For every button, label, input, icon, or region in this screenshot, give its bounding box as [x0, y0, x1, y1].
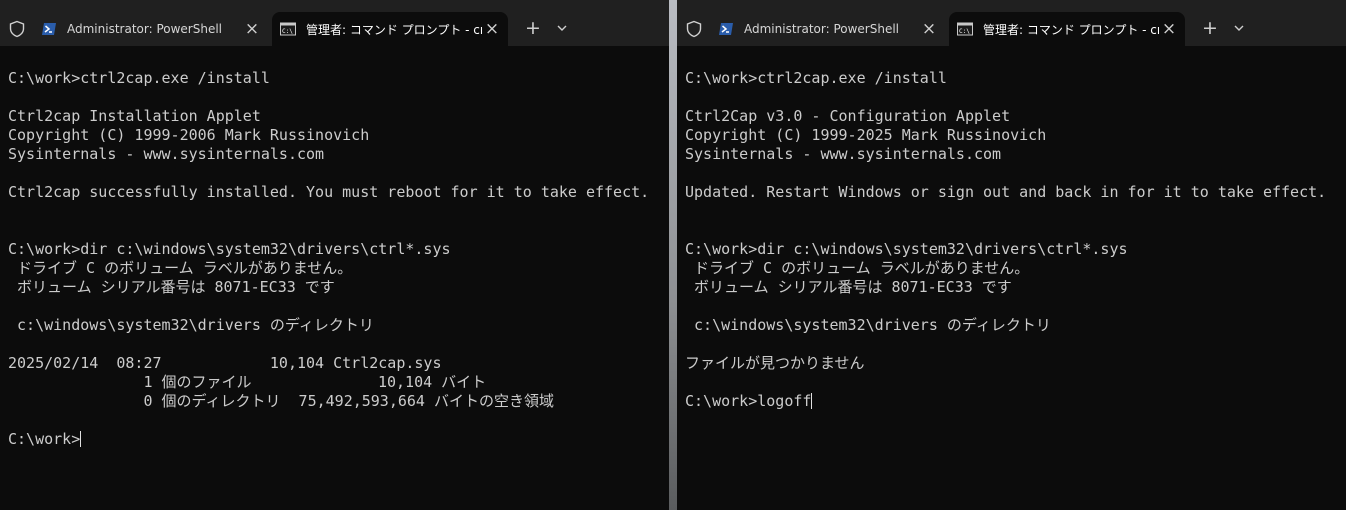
chevron-down-icon[interactable] — [552, 17, 572, 39]
tab-bar: Administrator: PowerShell × C:\ 管理者: コマン… — [0, 0, 669, 46]
terminal-line: Ctrl2cap successfully installed. You mus… — [8, 183, 650, 201]
chevron-down-icon[interactable] — [1229, 17, 1249, 39]
terminal-line: C:\work>logoff — [685, 392, 813, 410]
terminal-window-right: Administrator: PowerShell × C:\ 管理者: コマン… — [677, 0, 1346, 510]
terminal-line: Sysinternals - www.sysinternals.com — [8, 145, 325, 163]
tab-powershell[interactable]: Administrator: PowerShell × — [33, 12, 268, 46]
terminal-window-left: Administrator: PowerShell × C:\ 管理者: コマン… — [0, 0, 669, 510]
terminal-line: C:\work>ctrl2cap.exe /install — [685, 69, 947, 87]
tab-cmd[interactable]: C:\ 管理者: コマンド プロンプト - cmd × — [272, 12, 508, 46]
terminal-line: 1 個のファイル 10,104 バイト — [8, 373, 487, 391]
terminal-line: ドライブ C のボリューム ラベルがありません。 — [8, 259, 353, 277]
terminal-line: c:\windows\system32\drivers のディレクトリ — [8, 316, 374, 334]
text-cursor — [811, 393, 813, 409]
terminal-line: Updated. Restart Windows or sign out and… — [685, 183, 1327, 201]
terminal-line: Ctrl2cap Installation Applet — [8, 107, 261, 125]
close-tab-icon[interactable]: × — [482, 19, 502, 39]
terminal-line: ファイルが見つかりません — [685, 354, 865, 372]
desktop-gap — [669, 0, 677, 510]
tab-label: 管理者: コマンド プロンプト - cmd — [983, 22, 1159, 37]
new-tab-plus-icon[interactable]: + — [1199, 17, 1221, 39]
svg-text:C:\: C:\ — [282, 28, 293, 35]
svg-text:C:\: C:\ — [959, 28, 970, 35]
terminal-line: C:\work>ctrl2cap.exe /install — [8, 69, 270, 87]
terminal-line: ボリューム シリアル番号は 8071-EC33 です — [8, 278, 335, 296]
close-tab-icon[interactable]: × — [242, 19, 262, 39]
new-tab-plus-icon[interactable]: + — [522, 17, 544, 39]
terminal-line: C:\work>dir c:\windows\system32\drivers\… — [685, 240, 1128, 258]
terminal-line: Copyright (C) 1999-2006 Mark Russinovich — [8, 126, 370, 144]
tab-label: 管理者: コマンド プロンプト - cmd — [306, 22, 482, 37]
close-tab-icon[interactable]: × — [1159, 19, 1179, 39]
shield-icon — [686, 20, 702, 38]
terminal-output[interactable]: C:\work>ctrl2cap.exe /install Ctrl2Cap v3… — [685, 69, 1346, 411]
terminal-line: C:\work>dir c:\windows\system32\drivers\… — [8, 240, 451, 258]
close-tab-icon[interactable]: × — [919, 19, 939, 39]
text-cursor — [80, 431, 82, 447]
powershell-icon — [719, 23, 733, 35]
terminal-line: C:\work> — [8, 430, 82, 448]
terminal-line: Sysinternals - www.sysinternals.com — [685, 145, 1002, 163]
cmd-icon: C:\ — [957, 22, 973, 36]
tab-bar: Administrator: PowerShell × C:\ 管理者: コマン… — [677, 0, 1346, 46]
tab-powershell[interactable]: Administrator: PowerShell × — [710, 12, 945, 46]
tab-label: Administrator: PowerShell — [744, 22, 900, 36]
terminal-line: Copyright (C) 1999-2025 Mark Russinovich — [685, 126, 1047, 144]
terminal-line: ドライブ C のボリューム ラベルがありません。 — [685, 259, 1030, 277]
terminal-line: c:\windows\system32\drivers のディレクトリ — [685, 316, 1051, 334]
powershell-icon — [42, 23, 56, 35]
terminal-line: Ctrl2Cap v3.0 - Configuration Applet — [685, 107, 1011, 125]
tab-cmd[interactable]: C:\ 管理者: コマンド プロンプト - cmd × — [949, 12, 1185, 46]
terminal-line: 2025/02/14 08:27 10,104 Ctrl2cap.sys — [8, 354, 442, 372]
terminal-line: 0 個のディレクトリ 75,492,593,664 バイトの空き領域 — [8, 392, 554, 410]
terminal-line: ボリューム シリアル番号は 8071-EC33 です — [685, 278, 1012, 296]
cmd-icon: C:\ — [280, 22, 296, 36]
terminal-output[interactable]: C:\work>ctrl2cap.exe /install Ctrl2cap In… — [8, 69, 669, 449]
shield-icon — [9, 20, 25, 38]
tab-label: Administrator: PowerShell — [67, 22, 223, 36]
